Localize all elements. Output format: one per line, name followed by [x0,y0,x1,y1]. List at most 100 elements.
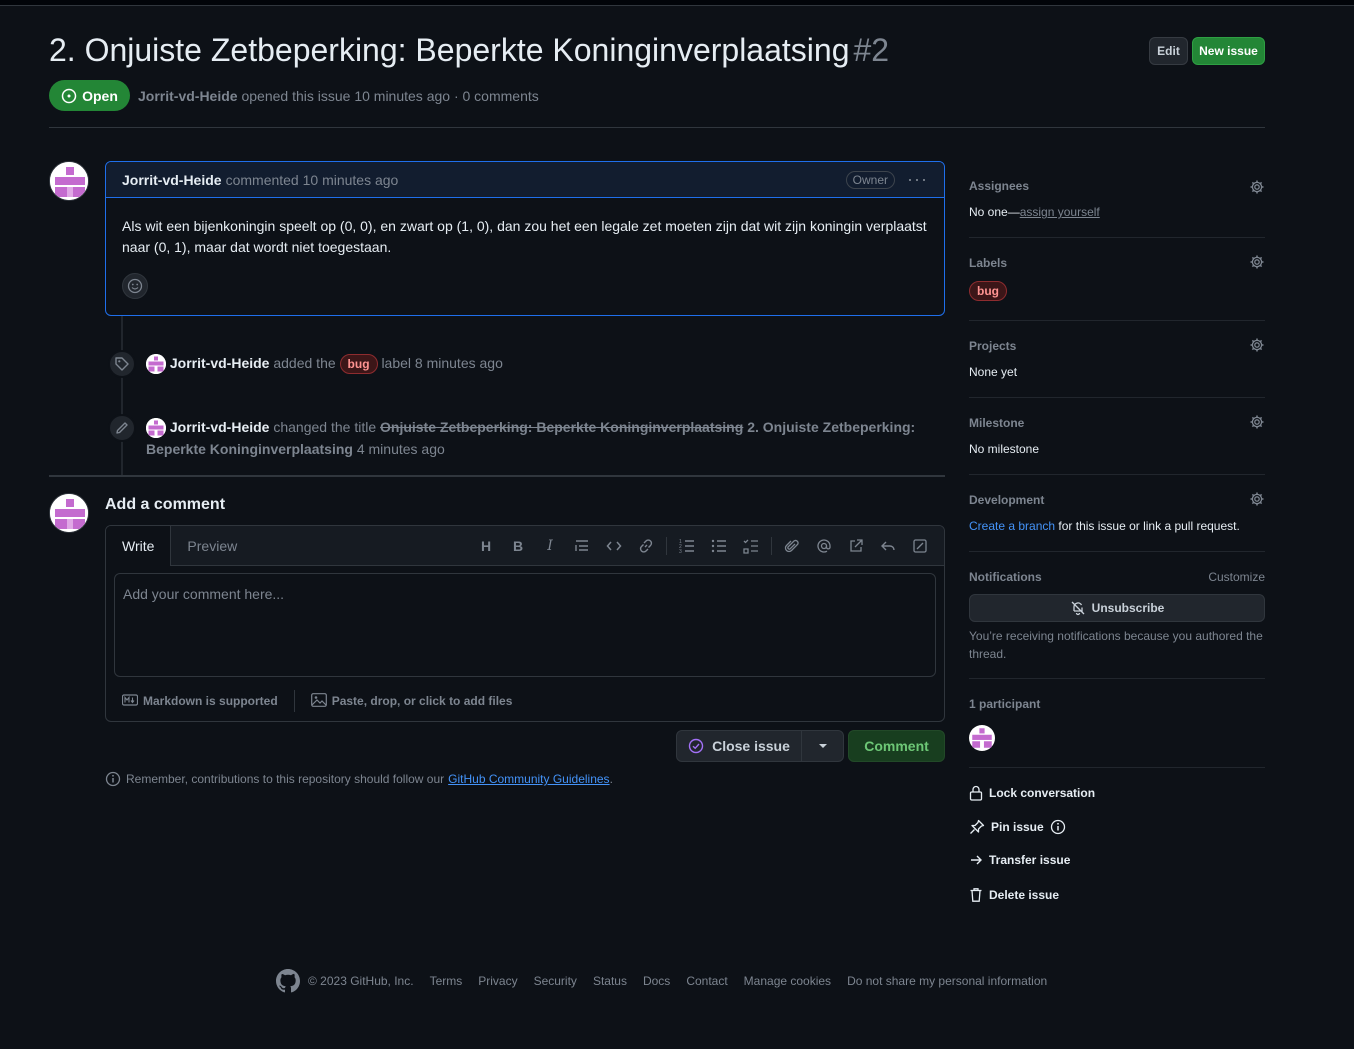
event-text: changed the title [273,419,377,435]
task-list-icon[interactable] [735,530,767,562]
comment-body: Als wit een bijenkoningin speelt op (0, … [122,218,927,255]
footer-link-contact[interactable]: Contact [686,974,727,988]
link-icon[interactable] [630,530,662,562]
close-issue-main[interactable]: Close issue [677,731,802,761]
gear-icon[interactable] [1249,254,1265,270]
avatar[interactable] [49,161,89,201]
info-icon [105,771,121,787]
guidelines-period: . [609,772,613,786]
rename-event: Jorrit-vd-Heide changed the title Onjuis… [146,416,926,460]
footer-link-do-not-share[interactable]: Do not share my personal information [847,974,1047,988]
gear-icon[interactable] [1249,414,1265,430]
sidebar-divider [969,237,1265,238]
ordered-list-icon[interactable]: 123 [671,530,703,562]
markdown-link[interactable]: Markdown is supported [143,694,278,708]
comment-button[interactable]: Comment [848,730,945,762]
sidebar-development[interactable]: Development [969,491,1265,513]
event-timestamp[interactable]: 4 minutes ago [357,441,445,457]
add-reaction-button[interactable] [122,273,148,299]
community-guidelines-link[interactable]: GitHub Community Guidelines [448,772,609,786]
footer-link-security[interactable]: Security [534,974,577,988]
gear-icon[interactable] [1249,337,1265,353]
fullscreen-icon[interactable] [904,530,936,562]
close-issue-button[interactable]: Close issue [676,730,844,762]
customize-link[interactable]: Customize [1208,570,1265,584]
close-issue-label: Close issue [712,738,790,754]
footer-copyright: © 2023 GitHub, Inc. [308,974,414,988]
tab-write[interactable]: Write [106,526,172,566]
sidebar-projects[interactable]: Projects [969,337,1265,359]
sidebar-divider [969,551,1265,552]
assign-yourself-link[interactable]: assign yourself [1020,205,1100,219]
pin-icon [970,819,985,834]
attach-files-link[interactable]: Paste, drop, or click to add files [332,694,513,708]
bold-icon[interactable]: B [502,530,534,562]
code-icon[interactable] [598,530,630,562]
event-timestamp[interactable]: label 8 minutes ago [381,355,502,371]
owner-badge: Owner [845,170,896,189]
issue-comment: Jorrit-vd-Heide commented 10 minutes ago… [105,161,945,316]
tag-icon [108,350,136,378]
info-icon[interactable] [1050,819,1066,835]
pin-issue-button[interactable]: Pin issue [969,819,1066,835]
markdown-icon [121,693,139,709]
editor-footer: Markdown is supported Paste, drop, or cl… [121,690,513,712]
avatar[interactable] [146,354,166,375]
paperclip-icon[interactable] [776,530,808,562]
assignees-heading: Assignees [969,179,1030,193]
tab-preview[interactable]: Preview [171,526,253,565]
reply-icon[interactable] [872,530,904,562]
avatar[interactable] [49,493,89,533]
create-branch-link[interactable]: Create a branch [969,519,1055,533]
formatting-toolbar: H B I 123 [470,526,936,566]
sidebar-divider [969,678,1265,679]
footer-link-manage-cookies[interactable]: Manage cookies [744,974,831,988]
sidebar-divider [969,474,1265,475]
assignees-none: No one— [969,205,1020,219]
status-badge: Open [49,80,130,111]
issue-meta-text: opened this issue 10 minutes ago · 0 com… [241,88,539,104]
delete-issue-button[interactable]: Delete issue [969,887,1059,903]
event-actor-link[interactable]: Jorrit-vd-Heide [170,355,270,371]
github-logo-icon[interactable] [276,969,300,993]
bug-label[interactable]: bug [339,354,378,375]
avatar[interactable] [146,418,166,439]
cross-reference-icon[interactable] [840,530,872,562]
comment-header: Jorrit-vd-Heide commented 10 minutes ago… [106,162,944,198]
unordered-list-icon[interactable] [703,530,735,562]
notification-reason: You’re receiving notifications because y… [969,629,1263,661]
sidebar-divider [969,320,1265,321]
footer-link-privacy[interactable]: Privacy [478,974,517,988]
heading-icon[interactable]: H [470,530,502,562]
participants-heading: 1 participant [969,697,1041,711]
quote-icon[interactable] [566,530,598,562]
event-actor-link[interactable]: Jorrit-vd-Heide [170,419,270,435]
sidebar-milestone[interactable]: Milestone [969,414,1265,436]
italic-icon[interactable]: I [534,530,566,562]
new-issue-button[interactable]: New issue [1192,37,1265,65]
kebab-menu-icon[interactable]: ··· [907,169,928,190]
timeline-divider [49,475,945,477]
comment-textarea[interactable]: Add your comment here... [114,573,936,677]
svg-text:3: 3 [679,549,682,554]
sidebar-assignees[interactable]: Assignees [969,179,1265,199]
projects-heading: Projects [969,339,1017,353]
sidebar-labels[interactable]: Labels [969,254,1265,276]
gear-icon[interactable] [1249,179,1265,195]
footer-link-status[interactable]: Status [593,974,627,988]
unsubscribe-button[interactable]: Unsubscribe [969,594,1265,622]
transfer-issue-button[interactable]: Transfer issue [969,853,1070,867]
bug-label[interactable]: bug [969,281,1007,301]
mention-icon[interactable] [808,530,840,562]
issue-author-link[interactable]: Jorrit-vd-Heide [138,88,238,104]
sidebar-divider [969,767,1265,768]
edit-button[interactable]: Edit [1149,37,1188,65]
gear-icon[interactable] [1249,491,1265,507]
chevron-down-icon[interactable] [802,731,843,761]
avatar[interactable] [969,725,995,751]
footer-link-docs[interactable]: Docs [643,974,670,988]
lock-conversation-button[interactable]: Lock conversation [969,785,1095,801]
footer-link-terms[interactable]: Terms [430,974,463,988]
comment-timestamp[interactable]: commented 10 minutes ago [226,172,399,188]
comment-author-link[interactable]: Jorrit-vd-Heide [122,172,222,188]
